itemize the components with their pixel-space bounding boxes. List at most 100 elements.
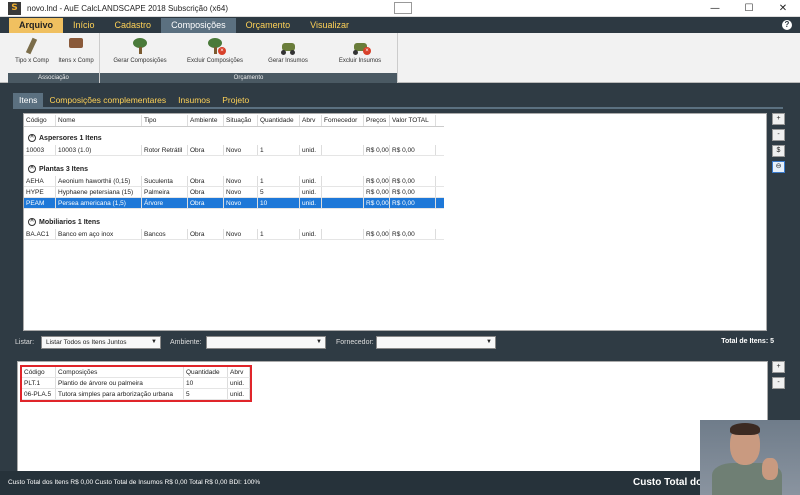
itens-x-comp-button[interactable]: Itens x Comp xyxy=(56,37,96,64)
collapse-icon[interactable]: ^ xyxy=(28,165,36,173)
collapse-groups-button[interactable]: ⊖ xyxy=(772,161,785,173)
gerar-composicoes-button[interactable]: Gerar Composições xyxy=(112,37,168,64)
table-row[interactable]: AEHA Aeonium haworthii (0,15) Suculenta Obr… xyxy=(24,176,444,187)
menu-cadastro[interactable]: Cadastro xyxy=(105,18,162,33)
group-header[interactable]: ^ Mobiliarios 1 Itens xyxy=(28,217,100,227)
table-cell: R$ 0,00 xyxy=(390,198,436,208)
group-header[interactable]: ^ Plantas 3 Itens xyxy=(28,164,88,174)
table-cell: Novo xyxy=(224,145,258,155)
menu-visualizar[interactable]: Visualizar xyxy=(300,18,359,33)
table-cell xyxy=(322,145,364,155)
add-item-button[interactable]: + xyxy=(772,113,785,125)
column-header[interactable]: Tipo xyxy=(142,115,188,126)
tab-composicoes-complementares[interactable]: Composições complementares xyxy=(43,93,172,107)
ribbon: Tipo x Comp Itens x Comp Associação Gera… xyxy=(0,33,800,83)
table-cell: unid. xyxy=(300,176,322,186)
ribbon-group-orcamento: Gerar Composições × Excluir Composições … xyxy=(100,33,398,83)
help-icon[interactable]: ? xyxy=(782,20,792,30)
status-bar: Custo Total dos Itens R$ 0,00 Custo Tota… xyxy=(0,471,800,495)
ribbon-group-label: Associação xyxy=(8,73,99,83)
title-search-box[interactable] xyxy=(394,2,412,14)
table-cell: PLT.1 xyxy=(22,378,56,388)
tab-itens[interactable]: Itens xyxy=(13,93,44,107)
collapse-icon[interactable]: ^ xyxy=(28,218,36,226)
column-header[interactable]: Nome xyxy=(56,115,142,126)
chevron-down-icon: ▼ xyxy=(486,339,492,345)
wheelbarrow-delete-icon: × xyxy=(351,37,371,55)
close-button[interactable]: ✕ xyxy=(766,0,800,17)
column-header[interactable]: Situação xyxy=(224,115,258,126)
excluir-composicoes-button[interactable]: × Excluir Composições xyxy=(184,37,246,64)
ambiente-label: Ambiente: xyxy=(170,339,202,346)
fornecedor-label: Fornecedor: xyxy=(336,339,374,346)
table-row[interactable]: PLT.1 Plantio de árvore ou palmeira 10 unid… xyxy=(22,378,250,389)
table-cell: R$ 0,00 xyxy=(366,187,390,197)
filter-bar: Listar: Listar Todos os Itens Juntos ▼ Am… xyxy=(13,335,783,351)
gerar-insumos-button[interactable]: Gerar Insumos xyxy=(264,37,312,64)
table-cell: unid. xyxy=(228,378,250,388)
menu-arquivo[interactable]: Arquivo xyxy=(9,18,64,33)
column-header[interactable]: Preços xyxy=(364,115,390,126)
excluir-insumos-button[interactable]: × Excluir Insumos xyxy=(336,37,384,64)
tab-projeto[interactable]: Projeto xyxy=(216,93,255,107)
menu-inicio[interactable]: Início xyxy=(63,18,105,33)
menu-orcamento[interactable]: Orçamento xyxy=(236,18,301,33)
column-header[interactable]: Abrv xyxy=(300,115,322,126)
table-cell: Novo xyxy=(224,229,258,239)
tipo-x-comp-button[interactable]: Tipo x Comp xyxy=(14,37,50,64)
tab-insumos[interactable]: Insumos xyxy=(172,93,216,107)
column-header[interactable]: Quantidade xyxy=(258,115,300,126)
table-cell: Novo xyxy=(224,187,258,197)
tree-icon xyxy=(131,37,149,55)
column-header[interactable]: Fornecedor xyxy=(322,115,364,126)
minimize-button[interactable]: — xyxy=(698,0,732,17)
menu-composicoes[interactable]: Composições xyxy=(161,18,236,33)
table-cell: R$ 0,00 xyxy=(390,145,436,155)
composicoes-table[interactable]: Código Composições Quantidade Abrv PLT.1 Plan… xyxy=(20,365,252,402)
add-composicao-button[interactable]: + xyxy=(772,361,785,373)
table-cell: R$ 0,00 xyxy=(366,229,390,239)
table-cell: Novo xyxy=(224,176,258,186)
column-header[interactable]: Ambiente xyxy=(188,115,224,126)
ribbon-group-label: Orçamento xyxy=(100,73,397,83)
table-cell: R$ 0,00 xyxy=(366,176,390,186)
items-icon xyxy=(67,37,85,55)
column-header[interactable]: Valor TOTAL xyxy=(390,115,436,126)
table-row[interactable]: 06-PLA.5 Tutora simples para arborização … xyxy=(22,389,250,400)
table-cell: unid. xyxy=(300,145,322,155)
table-cell: Suculenta xyxy=(142,176,188,186)
table-header[interactable]: Código Composições Quantidade Abrv xyxy=(22,367,250,378)
group-header[interactable]: ^ Aspersores 1 Itens xyxy=(28,133,102,143)
table-cell: Árvore xyxy=(142,198,188,208)
fornecedor-select[interactable]: ▼ xyxy=(376,336,496,349)
table-cell: 10 xyxy=(258,198,300,208)
table-cell: unid. xyxy=(300,187,322,197)
table-cell xyxy=(322,198,364,208)
table-cell: 06-PLA.5 xyxy=(22,389,56,399)
listar-label: Listar: xyxy=(15,339,35,346)
table-cell: BA.AC1 xyxy=(24,229,56,239)
maximize-button[interactable]: ☐ xyxy=(732,0,766,17)
table-cell: Palmeira xyxy=(142,187,188,197)
table-row[interactable]: 10003 10003 (1.0) Rotor Retrátil Obra Novo 1 u… xyxy=(24,145,444,156)
table-cell: Quantidade xyxy=(184,367,228,377)
table-row[interactable]: PEAM Persea americana (1,5) Árvore Obra Novo… xyxy=(24,198,444,209)
items-table[interactable]: Código Nome Tipo Ambiente Situação Quantidade… xyxy=(23,113,767,331)
table-cell: Aeonium haworthii (0,15) xyxy=(56,176,142,186)
table-cell: R$ 0,00 xyxy=(366,145,390,155)
ribbon-group-associacao: Tipo x Comp Itens x Comp Associação xyxy=(8,33,100,83)
remove-item-button[interactable]: - xyxy=(772,129,785,141)
remove-composicao-button[interactable]: - xyxy=(772,377,785,389)
table-cell: Rotor Retrátil xyxy=(142,145,188,155)
price-button[interactable]: $ xyxy=(772,145,785,157)
app-icon: S xyxy=(8,1,21,15)
table-cell: 10003 xyxy=(24,145,56,155)
table-row[interactable]: BA.AC1 Banco em aço inox Bancos Obra Novo 1 un… xyxy=(24,229,444,240)
table-cell xyxy=(322,176,364,186)
collapse-icon[interactable]: ^ xyxy=(28,134,36,142)
ambiente-select[interactable]: ▼ xyxy=(206,336,326,349)
listar-select[interactable]: Listar Todos os Itens Juntos ▼ xyxy=(41,336,161,349)
window-title: novo.lnd - AuE CalcLANDSCAPE 2018 Subscr… xyxy=(27,3,228,13)
column-header[interactable]: Código xyxy=(24,115,56,126)
table-row[interactable]: HYPE Hyphaene petersiana (15) Palmeira Obra… xyxy=(24,187,444,198)
